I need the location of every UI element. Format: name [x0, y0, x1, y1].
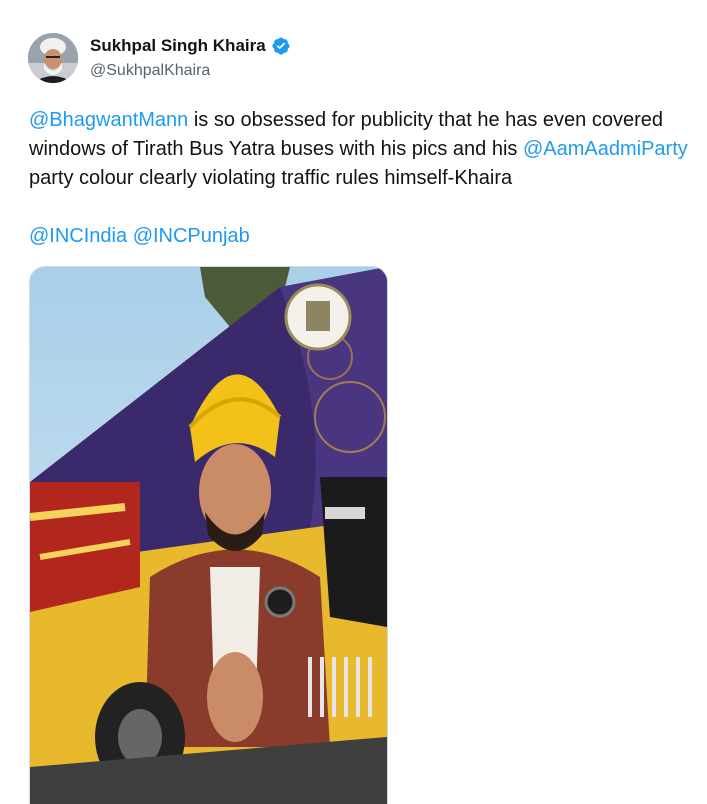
mention-aamaadmiparty[interactable]: @AamAadmiParty: [523, 138, 688, 160]
mention-bhagwantmann[interactable]: @BhagwantMann: [29, 109, 188, 131]
tweet-card[interactable]: Sukhpal Singh Khaira @SukhpalKhaira @Bha…: [0, 0, 707, 804]
tweet-body: @BhagwantMann is so obsessed for publici…: [29, 106, 707, 251]
tweet-line-2: windows of Tirath Bus Yatra buses with h…: [29, 135, 707, 164]
author-display-name[interactable]: Sukhpal Singh Khaira: [90, 36, 266, 56]
avatar[interactable]: [28, 33, 78, 83]
tweet-media-photo[interactable]: [29, 266, 388, 804]
tweet-line-2-text: windows of Tirath Bus Yatra buses with h…: [29, 138, 523, 160]
tweet-line-3-text: party colour clearly violating traffic r…: [29, 167, 513, 189]
tweet-line-1-text: is so obsessed for publicity that he has…: [188, 109, 664, 131]
tweet-line-3: party colour clearly violating traffic r…: [29, 164, 707, 193]
mention-incpunjab[interactable]: @INCPunjab: [133, 225, 250, 247]
verified-badge-icon: [272, 37, 290, 55]
author-handle[interactable]: @SukhpalKhaira: [90, 62, 210, 80]
author-name-row[interactable]: Sukhpal Singh Khaira: [90, 36, 291, 56]
tweet-tags-line: @INCIndia @INCPunjab: [29, 222, 707, 251]
profile-photo-icon: [28, 33, 78, 83]
mention-incindia[interactable]: @INCIndia: [29, 225, 127, 247]
tweet-line-1: @BhagwantMann is so obsessed for publici…: [29, 106, 707, 135]
photo-bus-wrap-icon: [30, 267, 387, 804]
